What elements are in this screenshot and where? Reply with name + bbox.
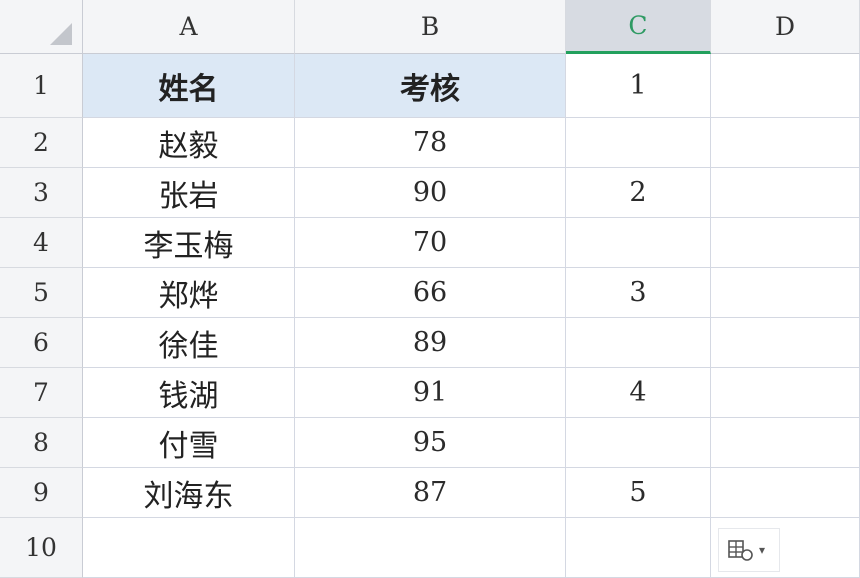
cell-a2[interactable]: 赵毅 — [83, 118, 295, 168]
cell-c8[interactable] — [566, 418, 711, 468]
cell-b7[interactable]: 91 — [295, 368, 566, 418]
cell-b5[interactable]: 66 — [295, 268, 566, 318]
cell-d3[interactable] — [711, 168, 860, 218]
column-header-a[interactable]: A — [83, 0, 295, 54]
column-header-b[interactable]: B — [295, 0, 566, 54]
row-header-6[interactable]: 6 — [0, 318, 83, 368]
cell-c6[interactable] — [566, 318, 711, 368]
cell-d7[interactable] — [711, 368, 860, 418]
cell-d8[interactable] — [711, 418, 860, 468]
cell-b4[interactable]: 70 — [295, 218, 566, 268]
cell-b2[interactable]: 78 — [295, 118, 566, 168]
chevron-down-icon: ▾ — [759, 543, 766, 557]
cell-a9[interactable]: 刘海东 — [83, 468, 295, 518]
spreadsheet-grid: A B C D 1 姓名 考核 1 2 赵毅 78 3 张岩 90 2 4 李玉… — [0, 0, 860, 578]
cell-c3[interactable]: 2 — [566, 168, 711, 218]
cell-c9[interactable]: 5 — [566, 468, 711, 518]
cell-c4[interactable] — [566, 218, 711, 268]
row-header-8[interactable]: 8 — [0, 418, 83, 468]
cell-a5[interactable]: 郑烨 — [83, 268, 295, 318]
select-all-corner[interactable] — [0, 0, 83, 54]
cell-a8[interactable]: 付雪 — [83, 418, 295, 468]
cell-a4[interactable]: 李玉梅 — [83, 218, 295, 268]
cell-d2[interactable] — [711, 118, 860, 168]
row-header-3[interactable]: 3 — [0, 168, 83, 218]
row-header-9[interactable]: 9 — [0, 468, 83, 518]
cell-d4[interactable] — [711, 218, 860, 268]
cell-a3[interactable]: 张岩 — [83, 168, 295, 218]
cell-d1[interactable] — [711, 54, 860, 118]
cell-b10[interactable] — [295, 518, 566, 578]
row-header-7[interactable]: 7 — [0, 368, 83, 418]
cell-d9[interactable] — [711, 468, 860, 518]
column-header-c[interactable]: C — [566, 0, 711, 54]
cell-c5[interactable]: 3 — [566, 268, 711, 318]
row-header-10[interactable]: 10 — [0, 518, 83, 578]
row-header-5[interactable]: 5 — [0, 268, 83, 318]
cell-b3[interactable]: 90 — [295, 168, 566, 218]
cell-c2[interactable] — [566, 118, 711, 168]
cell-d6[interactable] — [711, 318, 860, 368]
cell-a10[interactable] — [83, 518, 295, 578]
column-header-d[interactable]: D — [711, 0, 860, 54]
cell-b9[interactable]: 87 — [295, 468, 566, 518]
cell-b6[interactable]: 89 — [295, 318, 566, 368]
cell-a7[interactable]: 钱湖 — [83, 368, 295, 418]
cell-c10[interactable] — [566, 518, 711, 578]
row-header-1[interactable]: 1 — [0, 54, 83, 118]
cell-b1[interactable]: 考核 — [295, 54, 566, 118]
cell-a6[interactable]: 徐佳 — [83, 318, 295, 368]
cell-d5[interactable] — [711, 268, 860, 318]
paste-options-icon — [728, 540, 753, 561]
select-all-icon — [50, 23, 72, 45]
row-header-2[interactable]: 2 — [0, 118, 83, 168]
paste-options-button[interactable]: ▾ — [718, 528, 780, 572]
cell-a1[interactable]: 姓名 — [83, 54, 295, 118]
cell-b8[interactable]: 95 — [295, 418, 566, 468]
row-header-4[interactable]: 4 — [0, 218, 83, 268]
cell-c1[interactable]: 1 — [566, 54, 711, 118]
cell-c7[interactable]: 4 — [566, 368, 711, 418]
